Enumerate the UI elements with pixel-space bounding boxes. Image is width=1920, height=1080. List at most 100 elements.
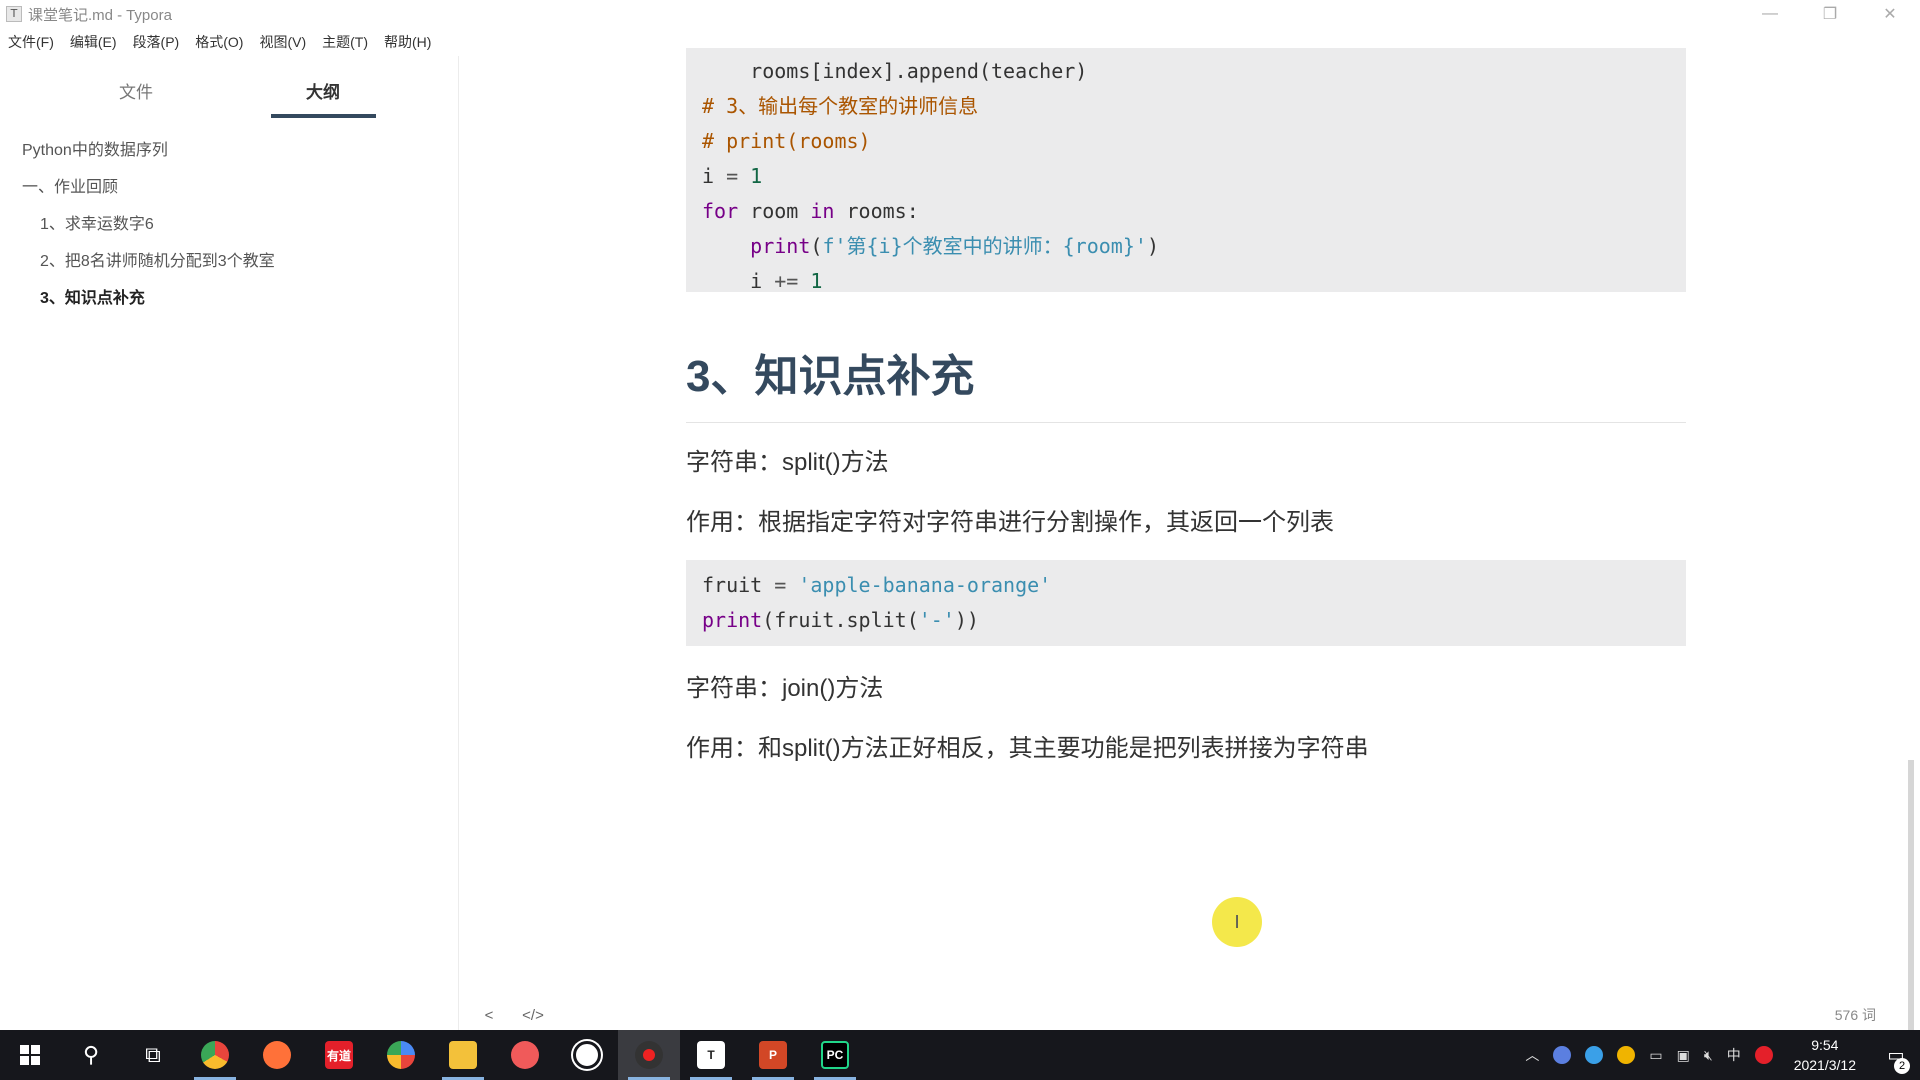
code-text: rooms[index].append(teacher) [750, 59, 1088, 83]
taskbar-app-firefox[interactable] [246, 1030, 308, 1080]
chrome-icon [201, 1041, 229, 1069]
powerpoint-icon: P [759, 1041, 787, 1069]
taskbar-app-browser[interactable] [370, 1030, 432, 1080]
code-var: (fruit.split( [762, 608, 919, 632]
taskbar-app-powerpoint[interactable]: P [742, 1030, 804, 1080]
code-op: = [714, 164, 751, 188]
clock[interactable]: 9:54 2021/3/12 [1794, 1035, 1856, 1075]
record-icon [635, 1041, 663, 1069]
clock-time: 9:54 [1811, 1037, 1839, 1053]
outline-item[interactable]: Python中的数据序列 [0, 132, 458, 169]
paragraph: 作用：根据指定字符对字符串进行分割操作，其返回一个列表 [686, 509, 1334, 536]
menu-edit[interactable]: 编辑(E) [70, 32, 117, 52]
outline-list: Python中的数据序列 一、作业回顾 1、求幸运数字6 2、把8名讲师随机分配… [0, 132, 458, 317]
outline-item[interactable]: 2、把8名讲师随机分配到3个教室 [0, 243, 458, 280]
outline-item[interactable]: 1、求幸运数字6 [0, 206, 458, 243]
window-title: 课堂笔记.md - Typora [28, 6, 172, 24]
search-icon[interactable]: ⚲ [60, 1030, 122, 1080]
code-paren: ) [1146, 234, 1159, 258]
firefox-icon [263, 1041, 291, 1069]
clock-date: 2021/3/12 [1793, 1057, 1856, 1073]
code-line: print(fruit.split('-')) [702, 603, 1670, 638]
tray-app-icon[interactable] [1617, 1046, 1636, 1064]
editor-area[interactable]: rooms[index].append(teacher) # 3、输出每个教室的… [460, 48, 1920, 1026]
code-builtin: print [750, 234, 811, 258]
word-count[interactable]: 576 词 [1835, 1005, 1876, 1025]
outline-item-active[interactable]: 3、知识点补充 [0, 280, 458, 317]
code-op: += [762, 269, 811, 293]
code-keyword: for [702, 199, 739, 223]
menu-format[interactable]: 格式(O) [195, 32, 243, 52]
taskbar-app-recorder[interactable] [494, 1030, 556, 1080]
notification-center-button[interactable]: ▭ 2 [1872, 1045, 1920, 1074]
ime-indicator[interactable]: 中 [1727, 1045, 1741, 1065]
tab-files[interactable]: 文件 [86, 78, 186, 103]
taskbar-app-timer[interactable] [556, 1030, 618, 1080]
code-line: rooms[index].append(teacher) [702, 54, 1670, 89]
text-cursor-icon: I [1234, 911, 1240, 933]
taskbar-app-chrome[interactable] [184, 1030, 246, 1080]
code-string: 'apple-banana-orange' [798, 573, 1052, 597]
mouse-cursor-highlight: I [1212, 897, 1262, 947]
menu-theme[interactable]: 主题(T) [322, 32, 368, 52]
battery-icon[interactable]: ▭ [1649, 1047, 1662, 1064]
code-var: fruit [702, 573, 763, 597]
restore-button[interactable]: ❐ [1800, 0, 1860, 28]
scrollbar-thumb[interactable] [1908, 760, 1914, 1030]
tray-app-icon[interactable] [1553, 1046, 1572, 1064]
code-builtin: print [702, 608, 763, 632]
outline-item[interactable]: 一、作业回顾 [0, 169, 458, 206]
code-line: i += 1 [702, 264, 1670, 299]
taskbar: ⚲ ⧉ 有道 T P PC ︿ ▭ ▣ 🔇︎ 中 9:54 2021/3/12 … [0, 1030, 1920, 1080]
tab-outline[interactable]: 大纲 [273, 78, 373, 103]
system-tray: ︿ ▭ ▣ 🔇︎ 中 9:54 2021/3/12 ▭ 2 [1518, 1030, 1920, 1080]
code-string: f'第{i}个教室中的讲师：{room}' [822, 234, 1147, 258]
network-icon[interactable]: ▣ [1677, 1047, 1690, 1064]
source-mode-button[interactable]: </> [518, 1007, 548, 1024]
volume-muted-icon[interactable]: 🔇︎ [1704, 1047, 1713, 1064]
menu-help[interactable]: 帮助(H) [384, 32, 431, 52]
menu-paragraph[interactable]: 段落(P) [133, 32, 180, 52]
recorder-icon [511, 1041, 539, 1069]
start-button[interactable] [0, 1030, 60, 1080]
code-number: 1 [750, 164, 763, 188]
paragraph: 字符串：split()方法 [686, 449, 889, 476]
code-var: i [750, 269, 763, 293]
close-button[interactable]: ✕ [1860, 0, 1920, 28]
minimize-button[interactable]: — [1740, 0, 1800, 28]
code-var: rooms: [834, 199, 919, 223]
folder-icon [449, 1041, 477, 1069]
taskbar-app-typora[interactable]: T [680, 1030, 742, 1080]
typora-icon: T [697, 1041, 725, 1069]
menu-view[interactable]: 视图(V) [259, 32, 306, 52]
sidebar: 文件 大纲 Python中的数据序列 一、作业回顾 1、求幸运数字6 2、把8名… [0, 56, 459, 1030]
active-tab-indicator [271, 114, 376, 118]
code-line: for room in rooms: [702, 194, 1670, 229]
sidebar-tabs: 文件 大纲 [0, 56, 458, 120]
taskbar-app-youdao[interactable]: 有道 [308, 1030, 370, 1080]
task-view-icon[interactable]: ⧉ [122, 1030, 184, 1080]
clock-app-icon [573, 1041, 601, 1069]
chevron-up-icon[interactable]: ︿ [1525, 1045, 1539, 1065]
code-block[interactable]: fruit = 'apple-banana-orange' print(frui… [686, 560, 1686, 646]
taskbar-app-pycharm[interactable]: PC [804, 1030, 866, 1080]
code-op: = [762, 573, 799, 597]
code-paren: )) [954, 608, 979, 632]
menu-file[interactable]: 文件(F) [8, 32, 54, 52]
code-line: fruit = 'apple-banana-orange' [702, 568, 1670, 603]
menu-bar: 文件(F) 编辑(E) 段落(P) 格式(O) 视图(V) 主题(T) 帮助(H… [0, 30, 447, 54]
sogou-icon[interactable] [1754, 1046, 1773, 1064]
pycharm-icon: PC [821, 1041, 849, 1069]
window-controls: — ❐ ✕ [1740, 0, 1920, 28]
status-bar: < </> 576 词 [460, 1000, 1920, 1030]
code-block[interactable]: rooms[index].append(teacher) # 3、输出每个教室的… [686, 48, 1686, 293]
tray-app-icon[interactable] [1585, 1046, 1604, 1064]
code-keyword: in [810, 199, 835, 223]
toggle-sidebar-button[interactable]: < [474, 1007, 504, 1024]
taskbar-app-screen-recorder[interactable] [618, 1030, 680, 1080]
browser-icon [387, 1041, 415, 1069]
taskbar-app-file-explorer[interactable] [432, 1030, 494, 1080]
